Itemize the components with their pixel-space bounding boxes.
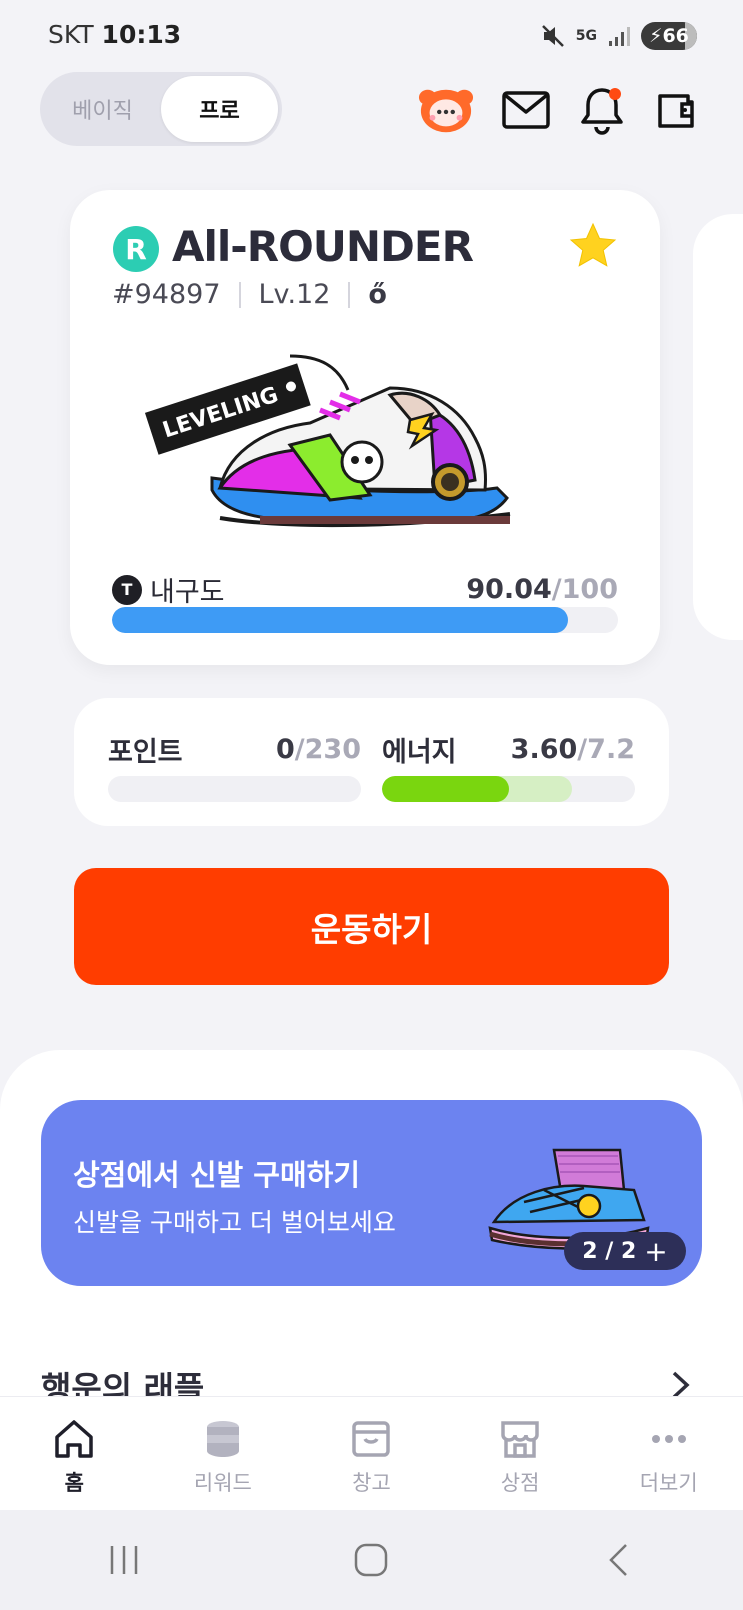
- coins-icon: [206, 1421, 239, 1457]
- home-system-button[interactable]: [331, 1530, 411, 1590]
- back-icon: [609, 1544, 628, 1576]
- wallet-icon[interactable]: [648, 82, 704, 138]
- shoe-level: Lv.12: [258, 279, 331, 310]
- shoe-name: All-ROUNDER: [172, 222, 474, 271]
- mute-icon: [541, 25, 564, 47]
- more-icon: [651, 1435, 686, 1443]
- points-value: 0/230: [275, 734, 361, 765]
- bell-icon[interactable]: [574, 82, 630, 138]
- favorite-star-icon[interactable]: [568, 222, 618, 270]
- home-icon: [55, 1420, 94, 1458]
- nav-storage[interactable]: 창고: [297, 1397, 446, 1510]
- system-nav: [0, 1510, 743, 1610]
- store-icon: [501, 1421, 539, 1458]
- next-shoe-card-peek[interactable]: [693, 214, 743, 640]
- shoe-illustration: LEVELING: [144, 354, 511, 528]
- durability-bar: [112, 607, 618, 633]
- status-carrier: SKT 10:13: [48, 20, 182, 49]
- divider: [238, 281, 241, 308]
- recent-apps-icon: [110, 1546, 138, 1574]
- shoe-type-icon: ő: [368, 279, 387, 310]
- mode-basic[interactable]: 베이직: [44, 76, 161, 142]
- nav-rewards[interactable]: 리워드: [149, 1397, 298, 1510]
- recent-apps-button[interactable]: [84, 1530, 164, 1590]
- nav-store[interactable]: 상점: [446, 1397, 595, 1510]
- points-bar: [108, 776, 361, 802]
- network-type: 5G: [575, 28, 597, 44]
- mode-pro[interactable]: 프로: [161, 76, 278, 142]
- banner-title: 상점에서 신발 구매하기: [73, 1158, 360, 1192]
- rarity-badge: R: [113, 226, 159, 272]
- mode-toggle[interactable]: 베이직 프로: [40, 72, 282, 146]
- bottom-nav: 홈 리워드 창고 상점 더보기: [0, 1396, 743, 1510]
- divider: [348, 281, 351, 308]
- durability-row: T 내구도 90.04/100: [112, 570, 618, 609]
- durability-value: 90.04/100: [466, 574, 618, 605]
- energy-bar: [382, 776, 635, 802]
- exercise-button[interactable]: 운동하기: [74, 868, 669, 985]
- nav-more[interactable]: 더보기: [594, 1397, 743, 1510]
- mascot-icon[interactable]: [418, 82, 474, 138]
- signal-icon: [609, 27, 630, 46]
- durability-label: 내구도: [150, 577, 225, 608]
- points-label: 포인트: [108, 737, 183, 768]
- status-icons: 5G ⚡ 66: [540, 22, 697, 50]
- box-icon: [352, 1421, 391, 1457]
- durability-bar-fill: [112, 607, 568, 633]
- nav-home[interactable]: 홈: [0, 1397, 149, 1510]
- points-row: 포인트 0/230: [108, 730, 361, 769]
- plus-icon: +: [644, 1234, 668, 1268]
- home-circle-icon: [355, 1543, 388, 1577]
- energy-label: 에너지: [382, 737, 457, 768]
- durability-icon: T: [112, 574, 142, 605]
- shoe-meta: #94897 Lv.12 ő: [112, 279, 387, 310]
- back-button[interactable]: [579, 1530, 659, 1590]
- banner-pager[interactable]: 2 / 2 +: [564, 1232, 686, 1270]
- energy-bar-fill: [382, 776, 509, 802]
- shoe-id: #94897: [112, 279, 221, 310]
- mail-icon[interactable]: [498, 82, 554, 138]
- energy-row: 에너지 3.60/7.2: [382, 730, 635, 769]
- banner-subtitle: 신발을 구매하고 더 벌어보세요: [73, 1208, 396, 1237]
- energy-value: 3.60/7.2: [510, 734, 635, 765]
- battery-indicator: ⚡ 66: [641, 22, 697, 50]
